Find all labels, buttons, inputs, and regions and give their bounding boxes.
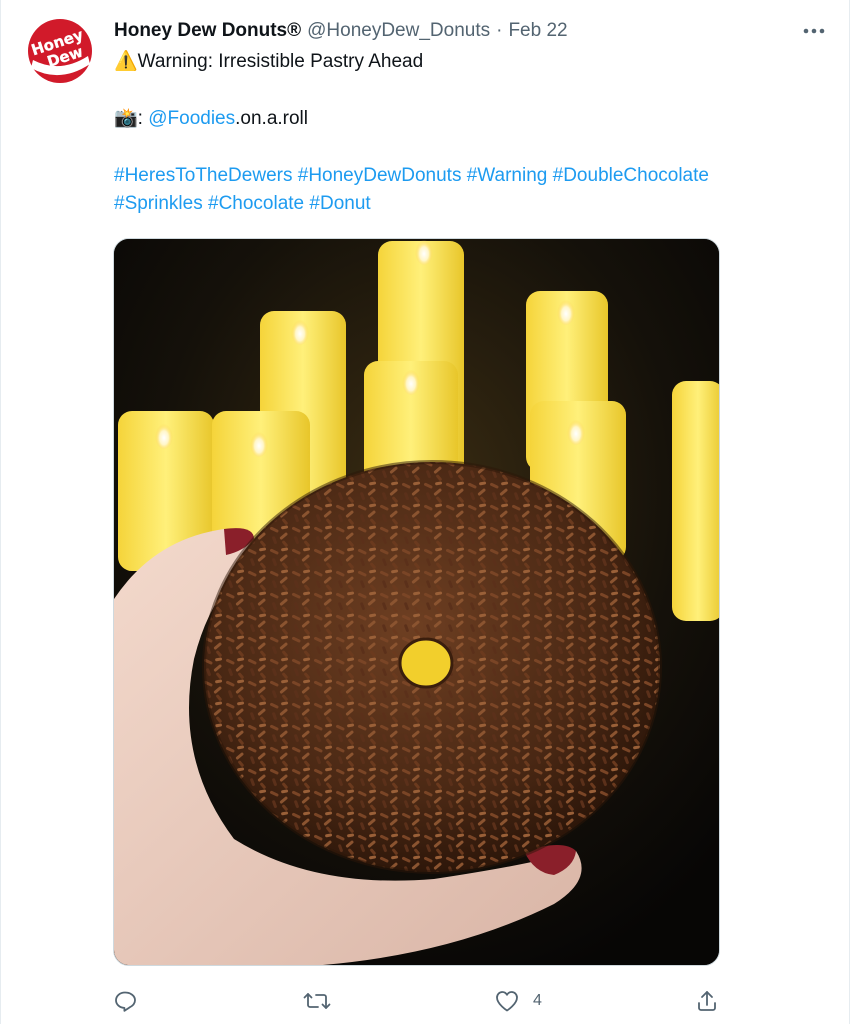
- line-spacer: [114, 133, 829, 162]
- credit-suffix: .on.a.roll: [235, 108, 308, 129]
- author-display-name[interactable]: Honey Dew Donuts®: [114, 18, 301, 44]
- retweet-button[interactable]: [303, 986, 331, 1016]
- credit-colon: :: [137, 108, 143, 129]
- hashtag-link[interactable]: #DoubleChocolate: [553, 165, 709, 186]
- hashtag-link[interactable]: #Warning: [467, 165, 548, 186]
- warning-emoji-icon: ⚠️: [114, 51, 138, 72]
- line-spacer: [114, 76, 829, 105]
- reply-icon: [115, 991, 136, 1012]
- hashtag-row-1: #HeresToTheDewers #HoneyDewDonuts #Warni…: [114, 162, 829, 190]
- hashtag-link[interactable]: #Chocolate: [208, 193, 304, 214]
- more-icon: [803, 28, 825, 34]
- tweet-line-credit: 📸: @Foodies.on.a.roll: [114, 105, 829, 133]
- like-button[interactable]: 4: [495, 986, 542, 1016]
- like-icon: [496, 991, 518, 1012]
- share-icon: [698, 991, 716, 1011]
- tweet-line-warning: ⚠️Warning: Irresistible Pastry Ahead: [114, 48, 829, 76]
- camera-emoji-icon: 📸: [114, 108, 138, 129]
- tweet-photo[interactable]: [113, 238, 720, 966]
- tweet-card[interactable]: Honey Dew Honey Dew Donuts® @HoneyDew_Do…: [0, 0, 850, 1024]
- tweet-actions: 4: [111, 986, 721, 1016]
- donut-photo: [114, 239, 719, 965]
- hashtag-link[interactable]: #HoneyDewDonuts: [298, 165, 462, 186]
- hashtag-link[interactable]: #HeresToTheDewers: [114, 165, 292, 186]
- avatar[interactable]: Honey Dew: [25, 16, 95, 86]
- hashtag-link[interactable]: #Donut: [309, 193, 370, 214]
- more-options-button[interactable]: [799, 18, 829, 44]
- mention-link[interactable]: @Foodies: [148, 108, 235, 129]
- reply-button[interactable]: [113, 986, 137, 1016]
- donut: [202, 460, 662, 874]
- hashtag-row-2: #Sprinkles #Chocolate #Donut: [114, 190, 829, 218]
- tweet-header: Honey Dew Donuts® @HoneyDew_Donuts · Feb…: [114, 18, 829, 44]
- header-separator: ·: [496, 20, 503, 41]
- author-handle[interactable]: @HoneyDew_Donuts: [307, 18, 490, 44]
- tweet-text: ⚠️Warning: Irresistible Pastry Ahead 📸: …: [114, 48, 829, 218]
- like-count: 4: [533, 992, 542, 1009]
- share-button[interactable]: [695, 986, 719, 1016]
- warning-text: Warning: Irresistible Pastry Ahead: [137, 51, 424, 72]
- tweet-date[interactable]: Feb 22: [508, 18, 567, 44]
- honey-dew-logo-icon: Honey Dew: [25, 16, 95, 86]
- tweet-content: Honey Dew Donuts® @HoneyDew_Donuts · Feb…: [114, 18, 829, 218]
- hashtag-link[interactable]: #Sprinkles: [114, 193, 203, 214]
- retweet-icon: [303, 993, 331, 1009]
